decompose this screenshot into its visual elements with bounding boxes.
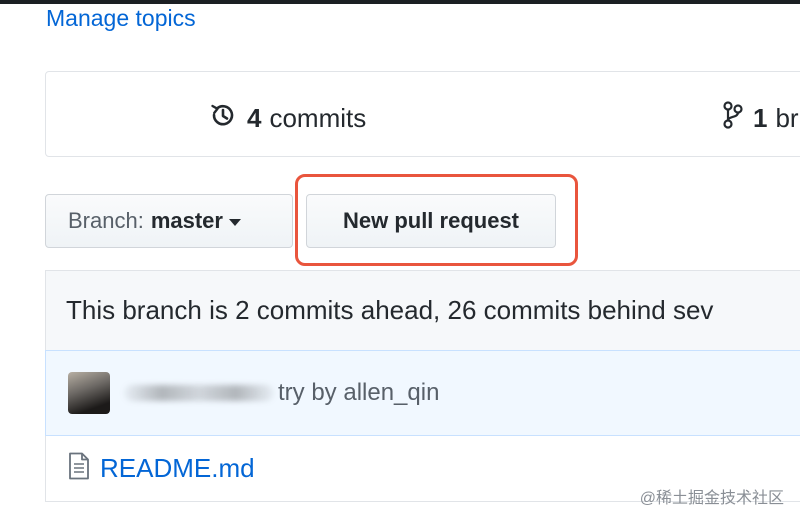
file-icon [68, 452, 90, 485]
branches-label: br [775, 103, 799, 133]
top-bar [0, 0, 800, 4]
commit-message[interactable]: try by allen_qin [278, 379, 439, 407]
latest-commit-row: try by allen_qin [45, 350, 800, 436]
watermark: @稀土掘金技术社区 [639, 490, 784, 507]
new-pull-request-button[interactable]: New pull request [306, 194, 556, 248]
branch-name: master [150, 208, 223, 233]
branches-count: 1 [753, 103, 768, 133]
commits-summary-link[interactable]: 4 commits [208, 100, 366, 137]
branch-ahead-behind-notice: This branch is 2 commits ahead, 26 commi… [45, 270, 800, 350]
avatar[interactable] [68, 372, 110, 414]
file-link-readme[interactable]: README.md [100, 453, 255, 484]
blurred-author-name [124, 385, 274, 401]
git-branch-icon [722, 100, 744, 137]
history-icon [208, 100, 238, 137]
manage-topics-link[interactable]: Manage topics [46, 5, 196, 32]
repo-summary-bar: 4 commits 1 br [45, 71, 800, 157]
commits-label: commits [269, 103, 367, 133]
branch-prefix: Branch: [68, 208, 144, 233]
branch-select-button[interactable]: Branch: master [45, 194, 293, 248]
commits-count: 4 [247, 103, 262, 133]
branches-summary-link[interactable]: 1 br [722, 100, 799, 137]
caret-down-icon [228, 218, 241, 226]
